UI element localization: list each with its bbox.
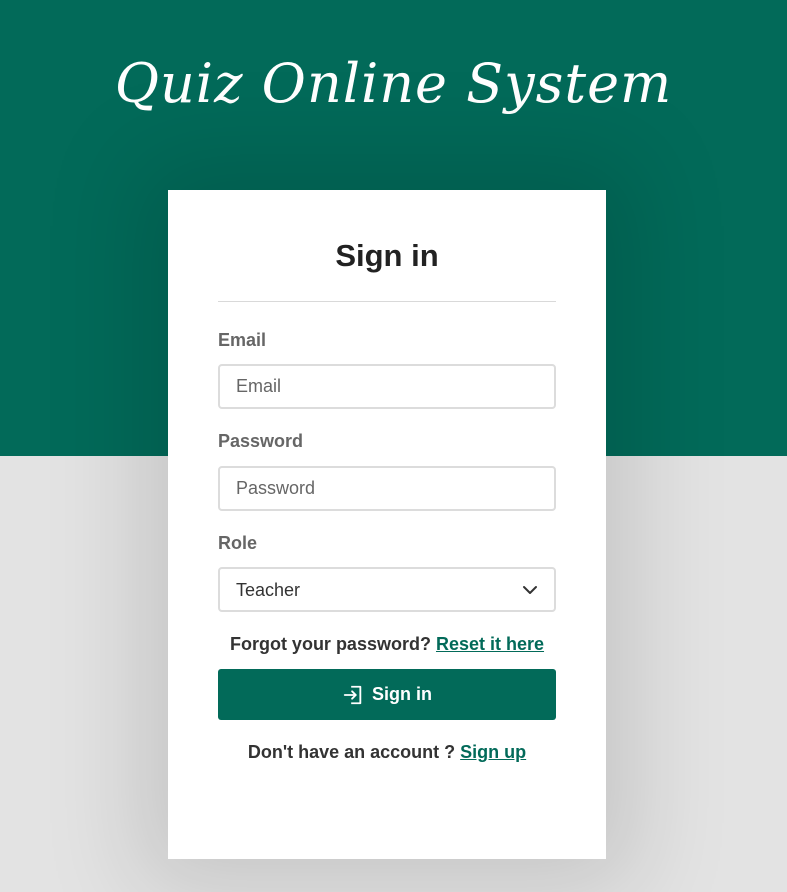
role-label: Role — [218, 533, 258, 553]
sign-in-button[interactable]: Sign in — [218, 669, 556, 720]
login-page: Quiz Online System Sign in Email Passwor… — [0, 0, 787, 892]
password-input[interactable] — [218, 466, 556, 511]
signup-line: Don't have an account ? Sign up — [168, 742, 606, 763]
role-selected-value: Teacher — [236, 580, 301, 600]
sign-up-link[interactable]: Sign up — [460, 742, 526, 762]
email-input[interactable] — [218, 364, 556, 409]
chevron-down-icon — [523, 586, 537, 594]
card-title: Sign in — [335, 238, 439, 273]
sign-in-button-label: Sign in — [372, 684, 432, 704]
sign-in-icon — [343, 685, 362, 704]
title-divider — [218, 301, 556, 302]
email-label: Email — [218, 330, 267, 350]
signup-text: Don't have an account ? — [247, 742, 456, 762]
app-title: Quiz Online System — [114, 52, 673, 115]
forgot-password-text: Forgot your password? — [229, 634, 431, 654]
password-label: Password — [218, 431, 304, 451]
sign-in-card: Sign in Email Password Role Teacher Forg… — [168, 190, 606, 859]
reset-password-link[interactable]: Reset it here — [436, 634, 544, 654]
role-select[interactable]: Teacher — [218, 567, 556, 612]
forgot-password-line: Forgot your password? Reset it here — [168, 634, 606, 655]
